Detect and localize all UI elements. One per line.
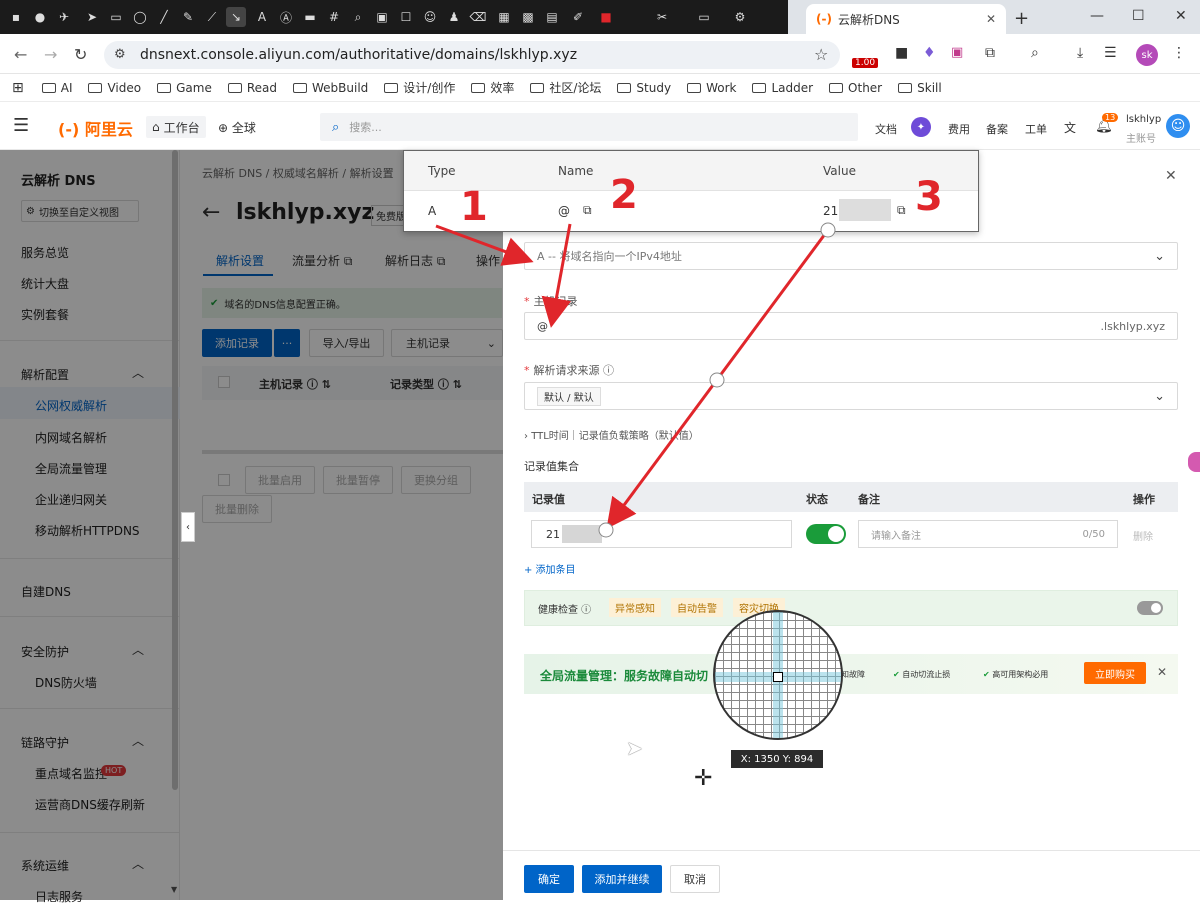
arrow-handle [709, 372, 725, 388]
arrow-handle [820, 222, 836, 238]
annotation-arrows [435, 222, 836, 538]
magnifier-loupe [713, 610, 843, 740]
arrow-2 [541, 223, 572, 328]
magnified-pixel [773, 672, 783, 682]
cursor-coordinates: X: 1350 Y: 894 [731, 750, 823, 768]
mouse-pointer-icon: ➤ [626, 736, 643, 760]
arrow-1 [435, 224, 534, 266]
arrow-handle [598, 522, 614, 538]
crosshair-cursor-icon: ✛ [694, 766, 713, 791]
